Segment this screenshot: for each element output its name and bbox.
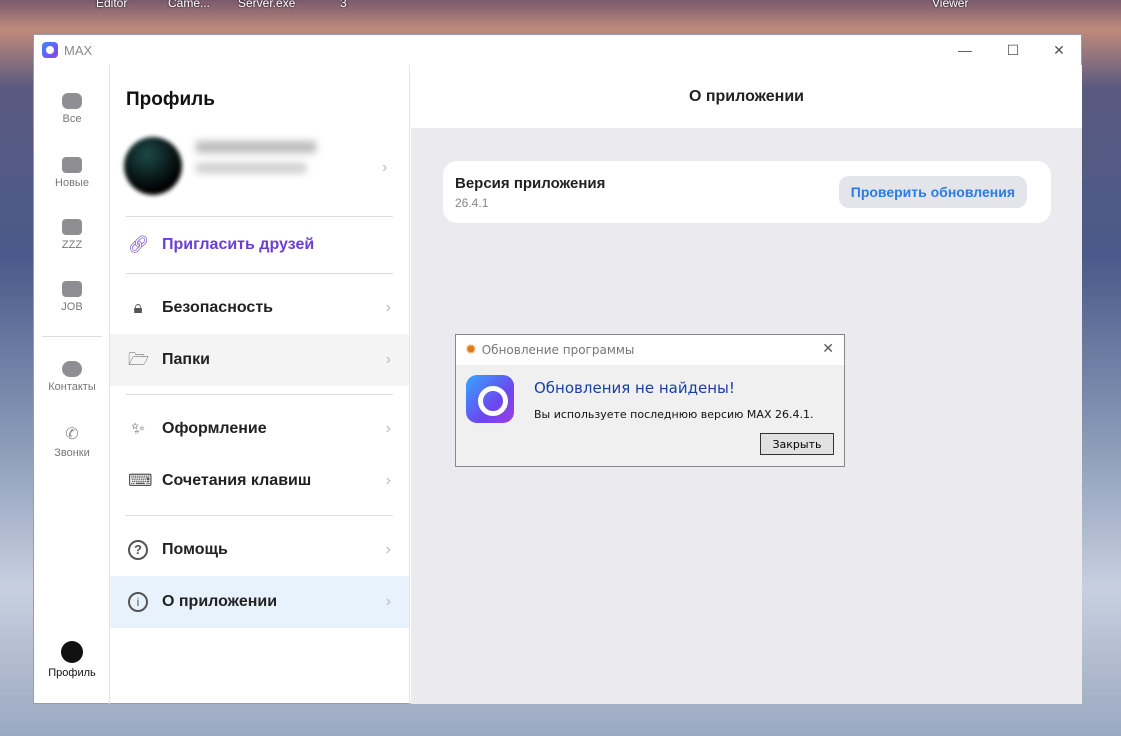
chevron-right-icon: ›	[385, 472, 391, 489]
rail-label: Профиль	[48, 667, 96, 679]
rail-item-all[interactable]: Все	[34, 93, 110, 125]
desktop-icon-label[interactable]: 3	[340, 0, 347, 10]
nav-rail: Все Новые ZZZ JOB Контакты ✆ Звонки Профи…	[34, 65, 110, 704]
divider	[126, 394, 393, 395]
folder-icon	[62, 281, 82, 297]
desktop-icon-label[interactable]: Viewer	[932, 0, 968, 10]
chevron-right-icon: ›	[385, 593, 391, 610]
rail-item-contacts[interactable]: Контакты	[34, 361, 110, 393]
chevron-right-icon: ›	[385, 541, 391, 558]
divider	[42, 336, 102, 337]
version-label: Версия приложения	[455, 175, 606, 192]
divider	[126, 216, 393, 217]
desktop-icon-label[interactable]: Came...	[168, 0, 210, 10]
lock-icon: 🔒︎	[133, 298, 143, 317]
menu-label: Оформление	[162, 420, 267, 437]
menu-label: Помощь	[162, 541, 228, 558]
profile-name-blurred	[196, 141, 316, 153]
folder-icon	[62, 219, 82, 235]
chat-icon	[62, 93, 82, 109]
panel-header: О приложении	[411, 65, 1082, 128]
menu-item-help[interactable]: ? Помощь ›	[110, 524, 409, 576]
rail-item-new[interactable]: Новые	[34, 157, 110, 189]
close-button[interactable]: ✕	[1036, 35, 1082, 65]
rail-label: Контакты	[48, 381, 96, 393]
rail-label: JOB	[61, 301, 83, 313]
menu-label: О приложении	[162, 593, 278, 610]
version-value: 26.4.1	[455, 196, 489, 210]
gear-sun-icon: ✹	[465, 342, 477, 358]
minimize-button[interactable]: —	[942, 35, 988, 65]
rail-label: ZZZ	[61, 239, 83, 251]
window-title: MAX	[64, 42, 93, 58]
version-card: Версия приложения 26.4.1 Проверить обнов…	[443, 161, 1051, 223]
max-logo-icon	[466, 375, 514, 423]
rail-item-job[interactable]: JOB	[34, 281, 110, 313]
menu-item-about[interactable]: i О приложении ›	[110, 576, 409, 628]
rail-item-profile[interactable]: Профиль	[34, 641, 110, 679]
check-updates-button[interactable]: Проверить обновления	[838, 176, 1027, 208]
profile-icon	[61, 641, 83, 663]
maximize-button[interactable]: ☐	[990, 35, 1036, 65]
folder-icon	[62, 157, 82, 173]
menu-label: Пригласить друзей	[162, 236, 315, 253]
menu-item-appearance[interactable]: ✨︎ Оформление ›	[110, 403, 409, 455]
profile-phone-blurred	[196, 163, 306, 173]
close-dialog-button[interactable]: Закрыть	[760, 433, 834, 455]
dialog-heading: Обновления не найдены!	[534, 379, 735, 397]
rail-item-zzz[interactable]: ZZZ	[34, 219, 110, 251]
help-icon: ?	[128, 540, 148, 560]
phone-icon: ✆	[65, 426, 79, 443]
magic-wand-icon: ✨︎	[131, 419, 145, 438]
chevron-right-icon: ›	[385, 299, 391, 316]
chevron-right-icon: ›	[382, 159, 388, 176]
invite-friends[interactable]: 🔗︎ Пригласить друзей	[110, 219, 409, 271]
menu-label: Папки	[162, 351, 210, 368]
settings-panel: Профиль › 🔗︎ Пригласить друзей 🔒︎ Безопасн…	[110, 65, 410, 704]
rail-label: Все	[62, 113, 82, 125]
menu-item-security[interactable]: 🔒︎ Безопасность ›	[110, 282, 409, 334]
rail-item-calls[interactable]: ✆ Звонки	[34, 426, 110, 460]
folder-open-icon: 🗁	[128, 350, 150, 369]
divider	[126, 273, 393, 274]
menu-item-shortcuts[interactable]: ⌨ Сочетания клавиш ›	[110, 455, 409, 507]
dialog-message: Вы используете последнюю версию MAX 26.4…	[534, 408, 814, 421]
update-dialog: ✹ Обновление программы ✕ Обновления не н…	[455, 334, 845, 467]
avatar	[124, 137, 182, 195]
rail-label: Новые	[55, 177, 89, 189]
dialog-close-icon[interactable]: ✕	[822, 341, 834, 357]
chevron-right-icon: ›	[385, 351, 391, 368]
desktop-icon-label[interactable]: Server.exe	[238, 0, 295, 10]
menu-label: Безопасность	[162, 299, 273, 316]
app-logo-icon	[42, 42, 58, 58]
chevron-right-icon: ›	[385, 420, 391, 437]
contacts-icon	[62, 361, 82, 377]
dialog-title-bar[interactable]: ✹ Обновление программы ✕	[456, 335, 844, 365]
menu-label: Сочетания клавиш	[162, 472, 312, 489]
link-icon: 🔗︎	[128, 235, 150, 254]
info-icon: i	[128, 592, 148, 612]
menu-item-folders[interactable]: 🗁 Папки ›	[110, 334, 409, 386]
divider	[126, 515, 393, 516]
rail-label: Звонки	[54, 447, 90, 459]
keyboard-icon: ⌨	[128, 471, 153, 490]
desktop-icon-label[interactable]: Editor	[96, 0, 127, 10]
page-title: Профиль	[126, 89, 215, 110]
dialog-title: Обновление программы	[481, 343, 635, 357]
title-bar[interactable]: MAX — ☐ ✕	[34, 35, 1081, 65]
